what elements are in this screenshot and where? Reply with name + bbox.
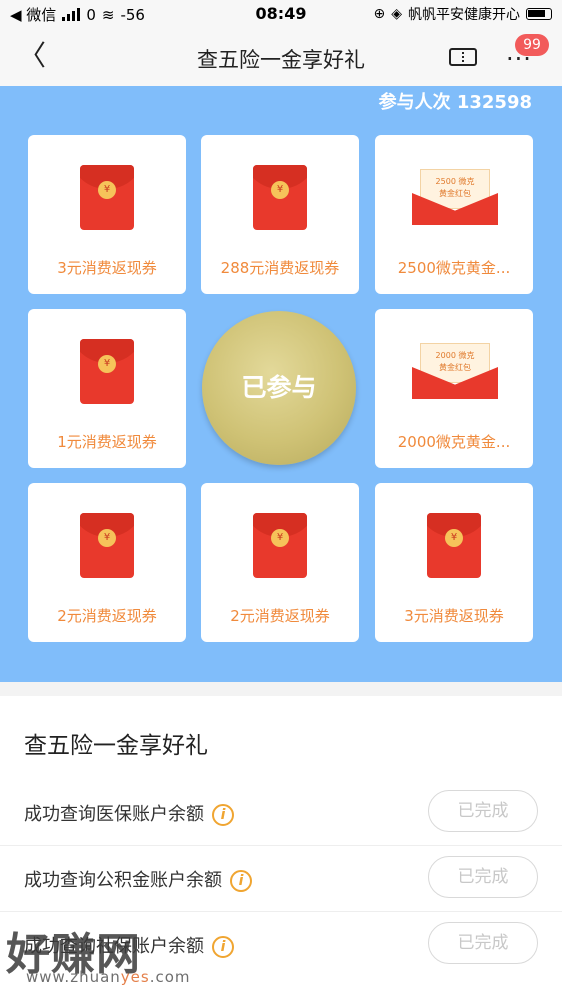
prize-card[interactable]: ¥ 3元消费返现券 [28, 135, 186, 294]
prize-label: 2500微克黄金... [397, 259, 511, 277]
status-right: ⊕ ◈ 帆帆平安健康开心 [373, 4, 552, 24]
alarm-icon: ◈ [391, 6, 402, 22]
prize-label: 3元消费返现券 [404, 607, 504, 625]
gold-packet-icon: 2500 微克 黄金红包 [412, 169, 498, 225]
info-icon[interactable]: i [212, 936, 234, 958]
red-packet-icon: ¥ [253, 165, 307, 230]
task-status-button[interactable]: 已完成 [428, 922, 538, 964]
notification-badge: 99 [515, 34, 549, 56]
red-packet-icon: ¥ [80, 165, 134, 230]
battery-icon [526, 8, 552, 20]
page: ◀ 微信 0 ≋ -56 08:49 ⊕ ◈ 帆帆平安健康开心 〈 查五险一金享… [0, 0, 562, 1000]
gold-packet-icon: 2000 微克 黄金红包 [412, 343, 498, 399]
status-bar: ◀ 微信 0 ≋ -56 08:49 ⊕ ◈ 帆帆平安健康开心 [0, 0, 562, 28]
task-label: 成功查询医保账户余额 [24, 804, 204, 825]
ticket-icon[interactable] [449, 48, 477, 66]
red-packet-icon: ¥ [427, 513, 481, 578]
prize-label: 288元消费返现券 [220, 259, 340, 277]
info-icon[interactable]: i [230, 870, 252, 892]
task-row: 成功查询公积金账户余额 i 已完成 [0, 846, 562, 912]
task-section-title: 查五险一金享好礼 [24, 733, 208, 759]
watermark: 好赚网 www.zhuanyes.com [6, 918, 190, 986]
prize-label: 3元消费返现券 [57, 259, 157, 277]
red-packet-icon: ¥ [80, 513, 134, 578]
prize-label: 1元消费返现券 [57, 433, 157, 451]
prize-card[interactable]: ¥ 288元消费返现券 [201, 135, 359, 294]
task-status-button[interactable]: 已完成 [428, 790, 538, 832]
watermark-url: www.zhuanyes.com [26, 968, 191, 986]
prize-card[interactable]: 2500 微克 黄金红包 2500微克黄金... [375, 135, 533, 294]
task-label: 成功查询公积金账户余额 [24, 870, 222, 891]
prize-card[interactable]: ¥ 1元消费返现券 [28, 309, 186, 468]
page-title: 查五险一金享好礼 [197, 48, 365, 72]
draw-button[interactable]: 已参与 [202, 311, 356, 465]
info-icon[interactable]: i [212, 804, 234, 826]
red-packet-icon: ¥ [80, 339, 134, 404]
task-row: 成功查询医保账户余额 i 已完成 [0, 780, 562, 846]
prize-label: 2元消费返现券 [230, 607, 330, 625]
participants-count: 参与人次 132598 [378, 92, 532, 113]
prize-card[interactable]: ¥ 2元消费返现券 [201, 483, 359, 642]
section-divider [0, 682, 562, 696]
prize-label: 2元消费返现券 [57, 607, 157, 625]
task-status-button[interactable]: 已完成 [428, 856, 538, 898]
prize-card[interactable]: ¥ 3元消费返现券 [375, 483, 533, 642]
prize-card[interactable]: ¥ 2元消费返现券 [28, 483, 186, 642]
orientation-lock-icon: ⊕ [373, 6, 386, 22]
prize-label: 2000微克黄金... [397, 433, 511, 451]
red-packet-icon: ¥ [253, 513, 307, 578]
prize-card[interactable]: 2000 微克 黄金红包 2000微克黄金... [375, 309, 533, 468]
status-right-text: 帆帆平安健康开心 [408, 7, 520, 23]
nav-bar: 〈 查五险一金享好礼 ··· 99 [0, 28, 562, 86]
